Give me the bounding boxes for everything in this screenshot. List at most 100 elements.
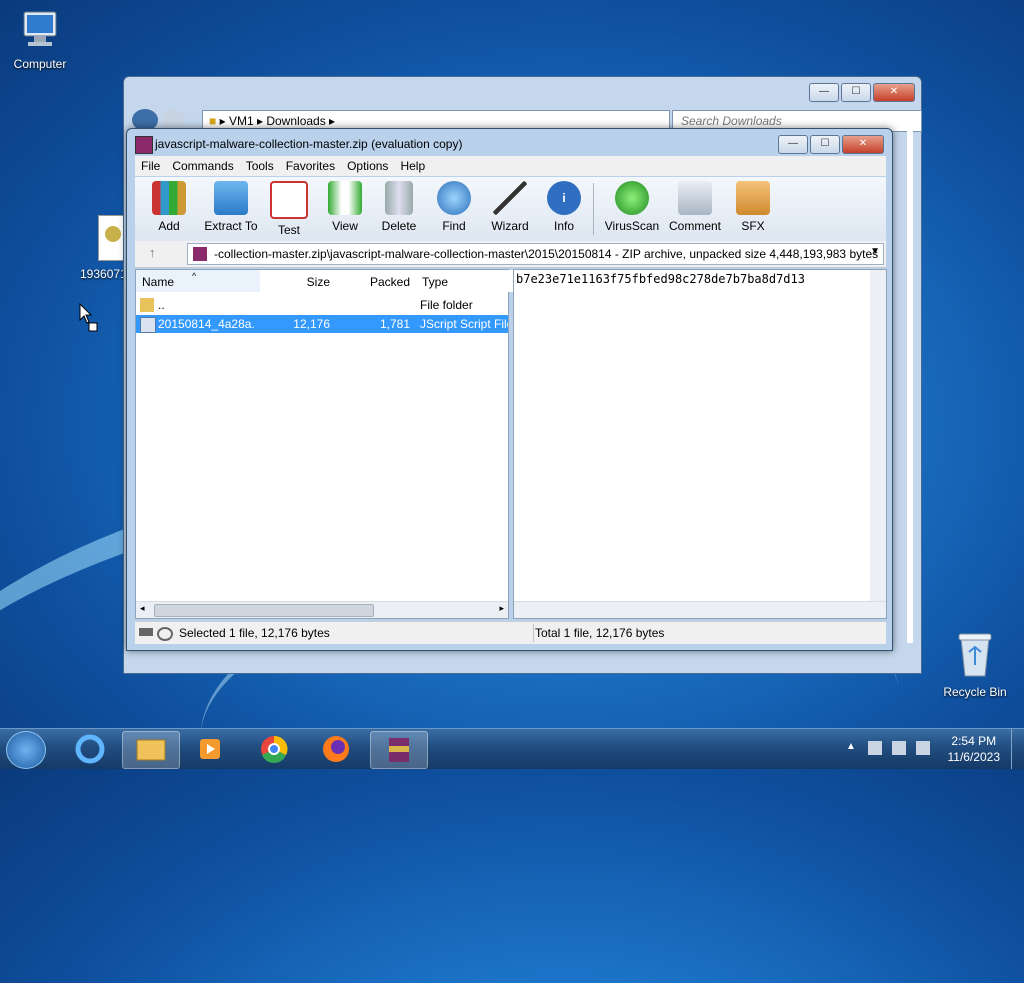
find-button[interactable]: Find [424, 181, 484, 233]
test-button[interactable]: Test [259, 181, 319, 237]
taskbar-explorer-button[interactable] [122, 731, 180, 769]
folder-icon: ■ [209, 114, 217, 128]
show-hidden-icons-icon[interactable]: ▲ [846, 741, 856, 752]
column-header-type[interactable]: Type [416, 270, 515, 292]
menu-file[interactable]: File [135, 159, 166, 173]
taskbar-chrome-button[interactable] [246, 731, 302, 767]
address-segment[interactable]: Downloads [266, 114, 325, 128]
status-selected: Selected 1 file, 12,176 bytes [179, 626, 330, 640]
firefox-icon [323, 736, 349, 762]
info-button[interactable]: i Info [534, 181, 594, 233]
view-button[interactable]: View [315, 181, 375, 233]
maximize-button[interactable]: ☐ [810, 135, 840, 154]
extract-to-button[interactable]: Extract To [199, 181, 263, 233]
volume-muted-icon[interactable] [916, 741, 930, 755]
menu-options[interactable]: Options [341, 159, 394, 173]
virusscan-button[interactable]: VirusScan [599, 181, 665, 233]
add-button[interactable]: Add [139, 181, 199, 233]
trash-icon [385, 181, 413, 215]
scroll-left-icon[interactable]: ◂ [140, 603, 145, 614]
delete-button[interactable]: Delete [369, 181, 429, 233]
minimize-button[interactable]: — [809, 83, 839, 102]
chrome-icon [261, 735, 288, 763]
sfx-box-icon [736, 181, 770, 215]
horizontal-scrollbar[interactable] [514, 601, 886, 618]
view-book-icon [328, 181, 362, 215]
row-type: File folder [420, 298, 473, 312]
row-type: JScript Script File [420, 317, 508, 331]
row-packed: 1,781 [379, 317, 410, 331]
sfx-button[interactable]: SFX [723, 181, 783, 233]
recycle-bin-icon [935, 630, 1015, 681]
up-arrow-icon[interactable]: ↑ [149, 245, 156, 260]
desktop-icon-computer[interactable]: Computer [0, 10, 80, 71]
column-header-name[interactable]: Name ^ [136, 270, 261, 292]
magnifier-icon [437, 181, 471, 215]
preview-pane[interactable]: b7e23e71e1163f75fbfed98c278de7b7ba8d7d13 [513, 269, 887, 619]
show-desktop-button[interactable] [1011, 729, 1024, 769]
toolbar-separator [593, 183, 594, 235]
menu-favorites[interactable]: Favorites [280, 159, 341, 173]
scrollbar-thumb[interactable] [154, 604, 374, 617]
comment-icon [678, 181, 712, 215]
folder-icon [140, 298, 154, 312]
preview-text: b7e23e71e1163f75fbfed98c278de7b7ba8d7d13 [516, 272, 805, 286]
column-header-size[interactable]: Size [260, 270, 337, 292]
explorer-window-controls: — ☐ ✕ [809, 83, 915, 102]
status-divider [533, 624, 534, 642]
row-size: 12,176 [293, 317, 330, 331]
internet-explorer-icon [75, 734, 105, 764]
column-header-packed[interactable]: Packed [336, 270, 417, 292]
script-file-icon [140, 317, 156, 333]
test-icon [270, 181, 308, 219]
taskbar: ▲ 2:54 PM 11/6/2023 [0, 728, 1024, 769]
minimize-button[interactable]: — [778, 135, 808, 154]
virus-scan-icon [615, 181, 649, 215]
status-bar: Selected 1 file, 12,176 bytes Total 1 fi… [135, 621, 886, 644]
start-button[interactable] [6, 731, 46, 769]
menu-commands[interactable]: Commands [166, 159, 239, 173]
file-list[interactable]: Name ^ Size Packed Type .. File folder 2… [135, 269, 515, 619]
desktop-icon-label: Recycle Bin [943, 685, 1007, 699]
taskbar-firefox-button[interactable] [308, 731, 364, 767]
media-player-icon [200, 739, 220, 759]
drive-icon [139, 628, 153, 636]
row-name: .. [158, 298, 165, 312]
winrar-window-controls: — ☐ ✕ [778, 135, 884, 154]
close-button[interactable]: ✕ [873, 83, 915, 102]
clock-date: 11/6/2023 [947, 750, 1001, 764]
status-total: Total 1 file, 12,176 bytes [535, 626, 665, 640]
network-icon[interactable] [892, 741, 906, 755]
close-button[interactable]: ✕ [842, 135, 884, 154]
action-center-icon[interactable] [868, 741, 882, 755]
archive-icon [193, 247, 207, 261]
scroll-right-icon[interactable]: ▸ [499, 603, 504, 614]
system-clock[interactable]: 2:54 PM 11/6/2023 [948, 733, 1001, 765]
table-row[interactable]: .. File folder [136, 296, 508, 314]
winrar-window[interactable]: javascript-malware-collection-master.zip… [126, 128, 893, 651]
archive-path-field[interactable]: -collection-master.zip\javascript-malwar… [187, 243, 884, 265]
horizontal-scrollbar[interactable]: ◂ ▸ [136, 601, 508, 618]
address-segment[interactable]: VM1 [229, 114, 254, 128]
table-row-selected[interactable]: 20150814_4a28a... 12,176 1,781 JScript S… [136, 315, 508, 333]
add-icon [152, 181, 186, 215]
winrar-icon [389, 738, 409, 762]
desktop-icon-recycle-bin[interactable]: Recycle Bin [935, 630, 1015, 699]
path-bar: ↑ -collection-master.zip\javascript-malw… [135, 241, 886, 268]
taskbar-winrar-button[interactable] [370, 731, 428, 769]
comment-button[interactable]: Comment [663, 181, 727, 233]
wizard-button[interactable]: Wizard [480, 181, 540, 233]
menu-help[interactable]: Help [394, 159, 431, 173]
taskbar-media-player-button[interactable] [182, 731, 238, 767]
path-dropdown-icon[interactable]: ▼ [870, 246, 880, 257]
file-explorer-icon [136, 739, 166, 761]
maximize-button[interactable]: ☐ [841, 83, 871, 102]
toolbar: Add Extract To Test View Delete Find Wiz… [135, 177, 886, 242]
vertical-scrollbar[interactable] [870, 270, 886, 602]
clock-time: 2:54 PM [951, 734, 997, 748]
desktop-icon-label: Computer [13, 57, 67, 71]
menu-tools[interactable]: Tools [240, 159, 280, 173]
taskbar-ie-button[interactable] [62, 731, 118, 767]
window-title: javascript-malware-collection-master.zip… [155, 137, 463, 151]
menu-bar: File Commands Tools Favorites Options He… [135, 156, 886, 176]
